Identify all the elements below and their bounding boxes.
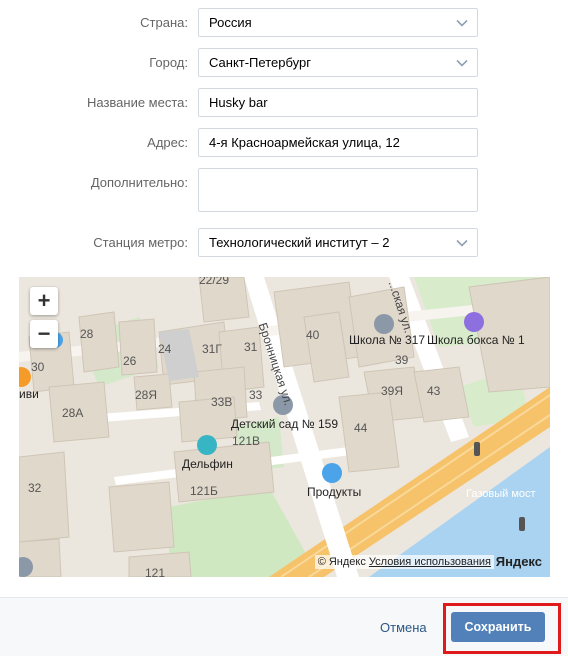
dolphin-marker-icon[interactable] [197, 435, 217, 455]
chevron-down-icon [456, 239, 468, 247]
school-label: Школа № 317 [349, 333, 426, 347]
house-number: 22/29 [199, 277, 230, 287]
place-name-input[interactable]: Husky bar [198, 88, 478, 117]
terms-link[interactable]: Условия использования [369, 556, 491, 568]
save-button[interactable]: Сохранить [451, 612, 545, 642]
dolphin-label: Дельфин [182, 457, 233, 471]
city-label: Город: [149, 55, 188, 70]
city-value: Санкт-Петербург [209, 55, 311, 70]
metro-value: Технологический институт – 2 [209, 235, 390, 250]
copyright-text: © Яндекс [317, 556, 366, 568]
address-label: Адрес: [147, 135, 188, 150]
additional-textarea[interactable] [198, 168, 478, 212]
house-number: 28А [62, 406, 84, 420]
house-number: 26 [123, 354, 137, 368]
house-number: 31 [244, 340, 258, 354]
house-number: 30 [31, 360, 45, 374]
house-number: 121 [145, 566, 166, 577]
house-number: 39Я [381, 384, 404, 398]
house-number: 121В [232, 434, 261, 448]
house-number: 43 [427, 384, 441, 398]
boxing-label: Школа бокса № 1 [427, 333, 525, 347]
zoom-out-button[interactable]: − [30, 320, 58, 348]
house-number: 33 [249, 388, 263, 402]
address-input[interactable]: 4-я Красноармейская улица, 12 [198, 128, 478, 157]
house-number: 24 [158, 342, 172, 356]
additional-label: Дополнительно: [90, 175, 188, 190]
products-label: Продукты [307, 485, 362, 499]
yandex-logo: Яндекс [495, 554, 542, 569]
house-number: 40 [306, 328, 320, 342]
chevron-down-icon [456, 59, 468, 67]
house-number: 31Г [202, 342, 222, 356]
zoom-in-button[interactable]: + [30, 287, 58, 315]
house-number: 39 [395, 353, 409, 367]
house-number: 28 [80, 327, 94, 341]
map-edge-label: иви [19, 387, 39, 401]
metro-select[interactable]: Технологический институт – 2 [198, 228, 478, 257]
boxing-marker-icon[interactable] [464, 312, 484, 332]
footer: Отмена Сохранить [0, 597, 568, 656]
country-select[interactable]: Россия [198, 8, 478, 37]
kindergarten-label: Детский сад № 159 [231, 417, 338, 431]
shopping-cart-icon[interactable] [322, 463, 342, 483]
house-number: 28Я [135, 388, 158, 402]
country-label: Страна: [140, 15, 188, 30]
country-value: Россия [209, 15, 252, 30]
metro-label: Станция метро: [93, 235, 188, 250]
cancel-button[interactable]: Отмена [380, 620, 427, 635]
house-number: 44 [354, 421, 368, 435]
place-name-label: Название места: [86, 95, 188, 110]
map-attribution: © Яндекс Условия использования [314, 555, 494, 569]
map[interactable]: Бронницкая ул. ...ская ул. Газовый мост … [19, 277, 550, 577]
house-number: 33В [211, 395, 233, 409]
bridge-label: Газовый мост [466, 488, 536, 500]
school-marker-icon[interactable] [374, 314, 394, 334]
city-select[interactable]: Санкт-Петербург [198, 48, 478, 77]
house-number: 121Б [190, 484, 218, 498]
chevron-down-icon [456, 19, 468, 27]
house-number: 32 [28, 481, 42, 495]
